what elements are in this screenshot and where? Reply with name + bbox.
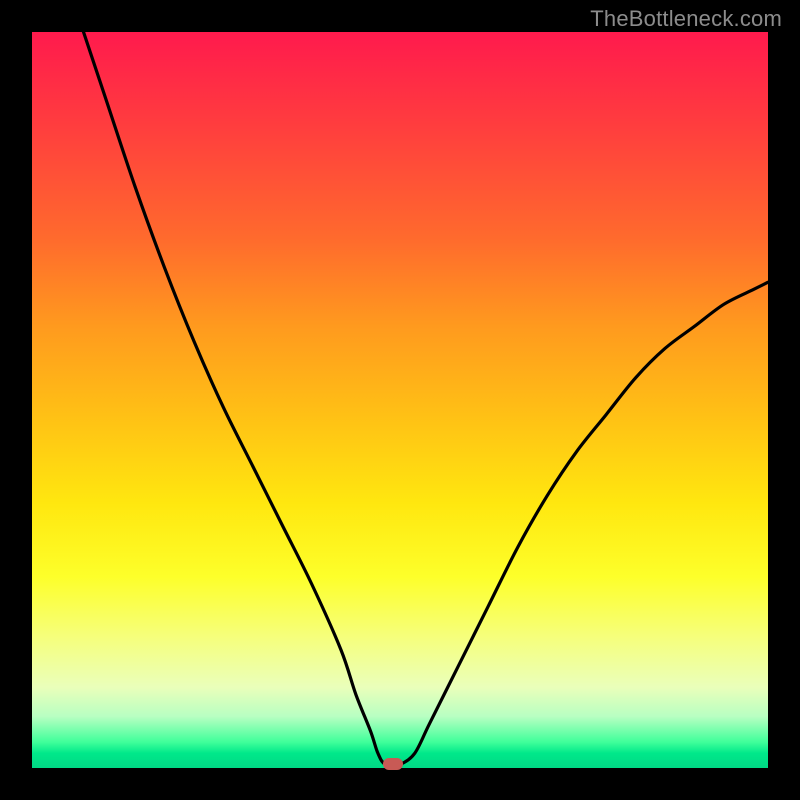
chart-frame: TheBottleneck.com — [0, 0, 800, 800]
plot-area — [32, 32, 768, 768]
watermark-text: TheBottleneck.com — [590, 6, 782, 32]
min-marker — [383, 758, 403, 770]
curve-path — [84, 32, 768, 766]
curve-svg — [32, 32, 768, 768]
